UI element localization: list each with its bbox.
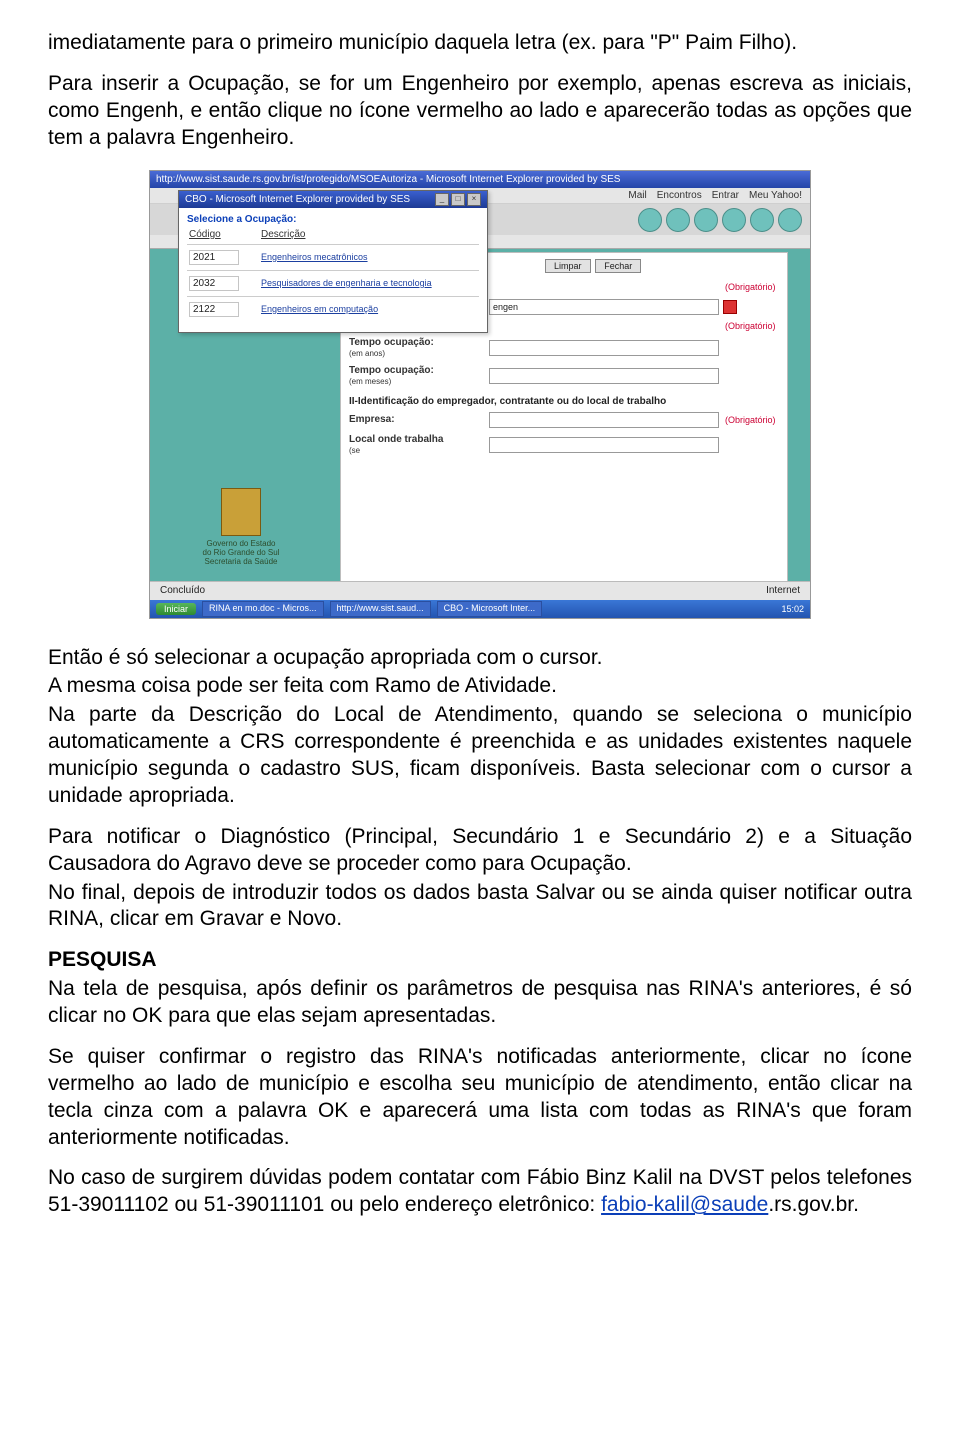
intro-paragraph-1: imediatamente para o primeiro município … bbox=[48, 30, 912, 57]
toolbar-item[interactable]: Meu Yahoo! bbox=[749, 190, 802, 201]
ocupacao-code: 2122 bbox=[189, 302, 239, 317]
hint-obrigatorio: (Obrigatório) bbox=[719, 282, 779, 292]
toolbar-item[interactable]: Mail bbox=[628, 190, 646, 201]
hint-obrigatorio: (Obrigatório) bbox=[719, 415, 779, 425]
close-icon[interactable]: × bbox=[467, 193, 481, 206]
popup-title-text: CBO - Microsoft Internet Explorer provid… bbox=[185, 194, 410, 205]
government-crest: Governo do Estado do Rio Grande do Sul S… bbox=[166, 488, 316, 566]
ocupacao-row[interactable]: 2021 Engenheiros mecatrônicos bbox=[187, 244, 479, 270]
paragraph: Na tela de pesquisa, após definir os par… bbox=[48, 976, 912, 1030]
ocupacao-popup: CBO - Microsoft Internet Explorer provid… bbox=[178, 190, 488, 333]
status-left: Concluído bbox=[160, 585, 205, 596]
paragraph: Para notificar o Diagnóstico (Principal,… bbox=[48, 824, 912, 878]
browser-titlebar: http://www.sist.saude.rs.gov.br/ist/prot… bbox=[150, 171, 810, 188]
popup-heading: Selecione a Ocupação: bbox=[187, 214, 479, 225]
label-tempo-anos: Tempo ocupação: (em anos) bbox=[349, 337, 489, 359]
col-descricao[interactable]: Descrição bbox=[261, 229, 477, 240]
ocupacao-desc[interactable]: Pesquisadores de engenharia e tecnologia bbox=[261, 278, 477, 288]
section-empregador-heading: II-Identificação do empregador, contrata… bbox=[349, 390, 779, 409]
empresa-input[interactable] bbox=[489, 412, 719, 428]
toolbar-icon[interactable] bbox=[722, 208, 746, 232]
toolbar-icon[interactable] bbox=[694, 208, 718, 232]
screenshot-window: http://www.sist.saude.rs.gov.br/ist/prot… bbox=[149, 170, 811, 619]
crest-icon bbox=[221, 488, 261, 536]
screenshot-figure: http://www.sist.saude.rs.gov.br/ist/prot… bbox=[48, 170, 912, 619]
ocupacao-row[interactable]: 2122 Engenheiros em computação bbox=[187, 296, 479, 322]
paragraph-contact: No caso de surgirem dúvidas podem contat… bbox=[48, 1165, 912, 1219]
paragraph: Se quiser confirmar o registro das RINA'… bbox=[48, 1044, 912, 1152]
toolbar-icon[interactable] bbox=[750, 208, 774, 232]
start-button[interactable]: Iniciar bbox=[156, 603, 196, 615]
col-codigo[interactable]: Código bbox=[189, 229, 261, 240]
taskbar-item[interactable]: http://www.sist.saud... bbox=[330, 601, 431, 617]
limpar-button[interactable]: Limpar bbox=[545, 259, 591, 273]
label-local: Local onde trabalha (se bbox=[349, 434, 489, 456]
ocupacao-desc[interactable]: Engenheiros mecatrônicos bbox=[261, 252, 477, 262]
email-link[interactable]: fabio-kalil@saude bbox=[601, 1193, 768, 1216]
paragraph: No final, depois de introduzir todos os … bbox=[48, 880, 912, 934]
maximize-icon[interactable]: □ bbox=[451, 193, 465, 206]
toolbar-item[interactable]: Encontros bbox=[657, 190, 702, 201]
intro-paragraph-2: Para inserir a Ocupação, se for um Engen… bbox=[48, 71, 912, 152]
toolbar-icon[interactable] bbox=[638, 208, 662, 232]
ocupacao-code: 2032 bbox=[189, 276, 239, 291]
ocupacao-input[interactable]: engen bbox=[489, 299, 719, 315]
toolbar-icon[interactable] bbox=[666, 208, 690, 232]
browser-statusbar: Concluído Internet bbox=[150, 581, 810, 600]
ocupacao-row[interactable]: 2032 Pesquisadores de engenharia e tecno… bbox=[187, 270, 479, 296]
label-empresa: Empresa: bbox=[349, 414, 489, 425]
minimize-icon[interactable]: _ bbox=[435, 193, 449, 206]
taskbar-clock: 15:02 bbox=[781, 604, 804, 614]
taskbar-item[interactable]: RINA en mo.doc - Micros... bbox=[202, 601, 324, 617]
status-right: Internet bbox=[766, 585, 800, 596]
toolbar-item[interactable]: Entrar bbox=[712, 190, 739, 201]
toolbar-icon[interactable] bbox=[778, 208, 802, 232]
tempo-anos-input[interactable] bbox=[489, 340, 719, 356]
label-tempo-meses: Tempo ocupação: (em meses) bbox=[349, 365, 489, 387]
taskbar-item[interactable]: CBO - Microsoft Inter... bbox=[437, 601, 543, 617]
paragraph: Então é só selecionar a ocupação apropri… bbox=[48, 645, 912, 672]
ocupacao-desc[interactable]: Engenheiros em computação bbox=[261, 304, 477, 314]
hint-obrigatorio: (Obrigatório) bbox=[719, 321, 779, 331]
local-input[interactable] bbox=[489, 437, 719, 453]
lookup-icon[interactable] bbox=[723, 300, 737, 314]
paragraph: A mesma coisa pode ser feita com Ramo de… bbox=[48, 673, 912, 700]
paragraph: Na parte da Descrição do Local de Atendi… bbox=[48, 702, 912, 810]
fechar-button[interactable]: Fechar bbox=[595, 259, 641, 273]
ocupacao-code: 2021 bbox=[189, 250, 239, 265]
tempo-meses-input[interactable] bbox=[489, 368, 719, 384]
pesquisa-heading: PESQUISA bbox=[48, 947, 912, 974]
windows-taskbar: Iniciar RINA en mo.doc - Micros... http:… bbox=[150, 600, 810, 618]
